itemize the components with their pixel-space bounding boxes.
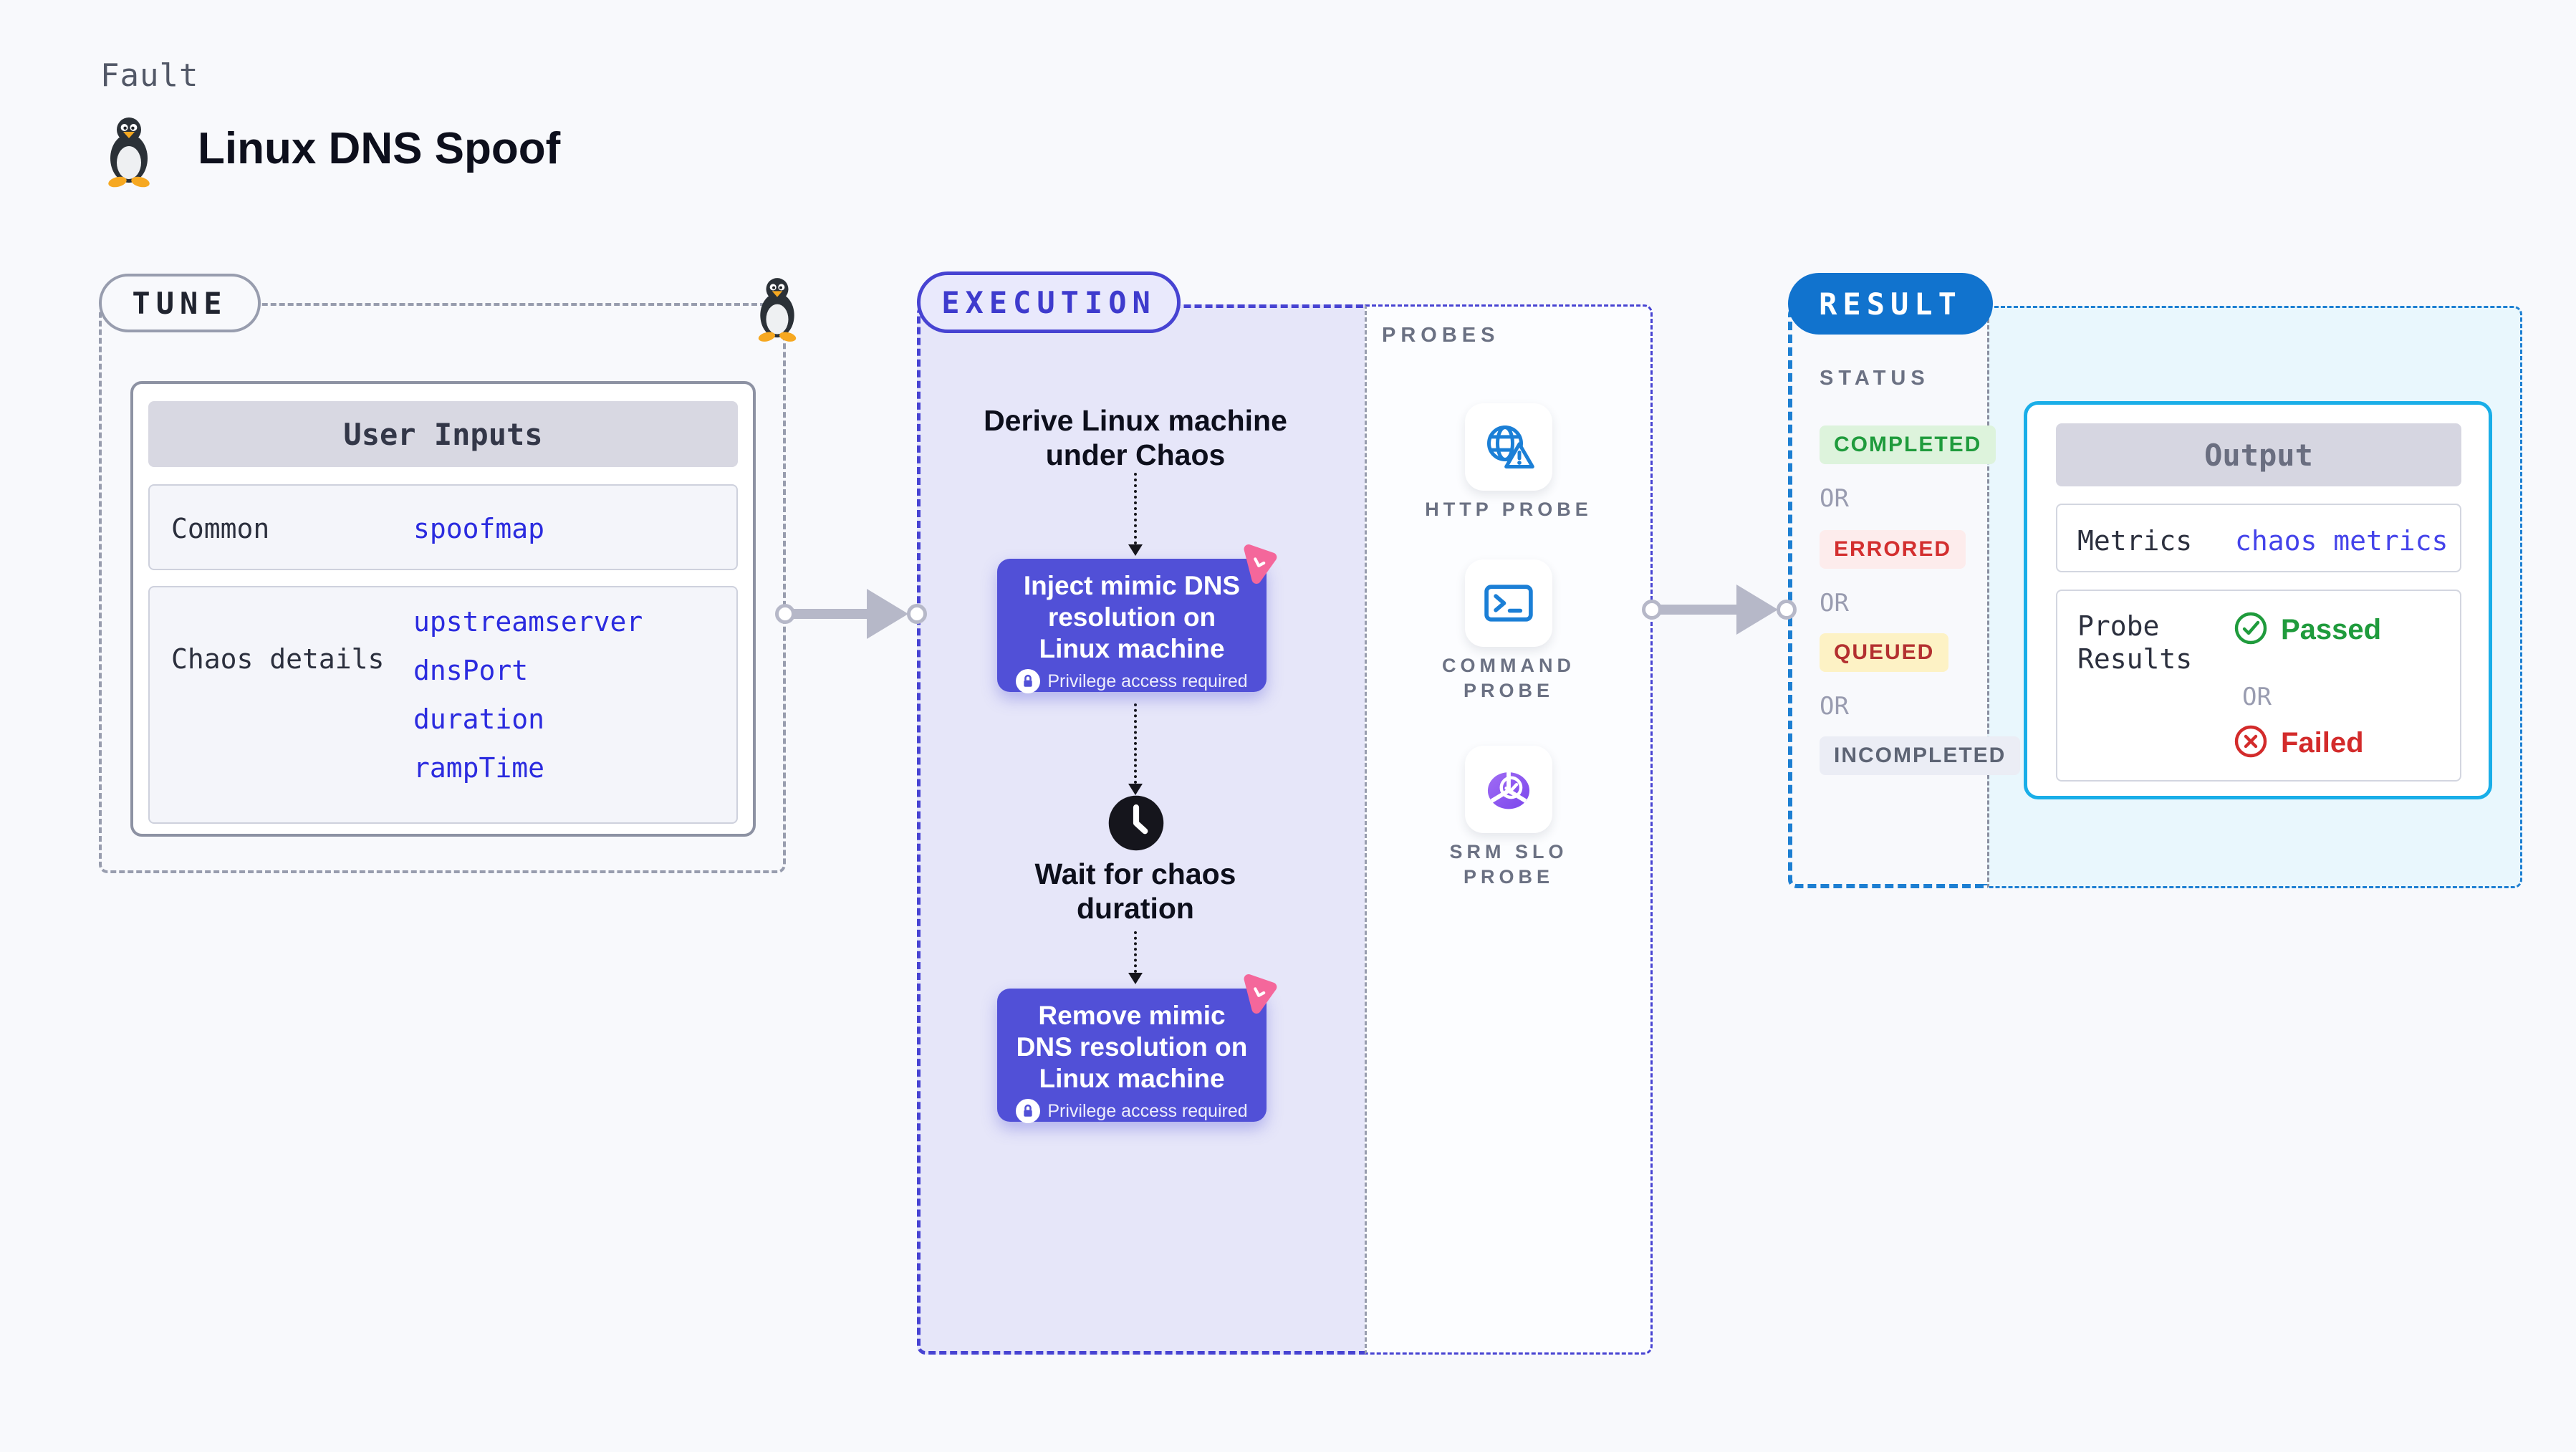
output-header: Output bbox=[2056, 423, 2461, 486]
check-circle-icon bbox=[2234, 612, 2267, 645]
status-badge-completed: COMPLETED bbox=[1820, 425, 1996, 464]
connector-dot bbox=[907, 604, 927, 624]
srm-slo-probe-label: SRM SLO PROBE bbox=[1449, 841, 1568, 888]
inject-chaos-node: Inject mimic DNS resolution on Linux mac… bbox=[997, 559, 1267, 693]
execution-badge: EXECUTION bbox=[917, 271, 1181, 333]
derive-step-label: Derive Linux machine under Chaos bbox=[984, 404, 1287, 471]
remove-node-label: Remove mimic DNS resolution on Linux mac… bbox=[1016, 1001, 1248, 1093]
wait-step-label: Wait for chaos duration bbox=[1034, 857, 1236, 925]
result-badge: RESULT bbox=[1788, 273, 1993, 335]
litmus-chaos-icon bbox=[1244, 974, 1277, 1014]
inject-node-label: Inject mimic DNS resolution on Linux mac… bbox=[1023, 571, 1241, 663]
dotted-arrow bbox=[1128, 931, 1143, 984]
probe-results-row: Probe Results Passed OR Failed bbox=[2056, 590, 2461, 782]
flow-arrow bbox=[1653, 605, 1736, 615]
row-value: upstreamserver bbox=[413, 606, 643, 638]
metrics-label: Metrics bbox=[2077, 525, 2193, 557]
slo-donut-icon bbox=[1487, 771, 1530, 809]
flow-arrowhead bbox=[867, 589, 908, 639]
passed-label: Passed bbox=[2281, 614, 2382, 645]
connector-dot bbox=[1777, 600, 1797, 620]
user-inputs-header: User Inputs bbox=[148, 401, 738, 467]
status-badge-incompleted: INCOMPLETED bbox=[1820, 736, 2021, 775]
globe-warning-icon bbox=[1487, 425, 1534, 468]
connector-dot bbox=[775, 604, 795, 624]
user-inputs-card: User Inputs Common spoofmap Chaos detail… bbox=[130, 381, 756, 837]
http-probe-label: HTTP PROBE bbox=[1425, 499, 1592, 520]
http-probe-card bbox=[1465, 403, 1552, 491]
privilege-label: Privilege access required bbox=[1047, 1100, 1248, 1121]
command-probe-label: COMMAND PROBE bbox=[1442, 655, 1575, 701]
privilege-label: Privilege access required bbox=[1047, 670, 1248, 691]
penguin-icon bbox=[108, 117, 150, 188]
dotted-arrow bbox=[1128, 703, 1143, 795]
result-status-section bbox=[1788, 306, 1987, 888]
table-row: Common spoofmap bbox=[148, 484, 738, 570]
lock-icon bbox=[1016, 669, 1041, 693]
litmus-chaos-icon bbox=[1244, 544, 1277, 585]
fault-diagram: Fault Linux DNS Spoof TUNE User Inputs C… bbox=[0, 0, 2576, 1452]
failed-label: Failed bbox=[2281, 727, 2364, 759]
row-value: dnsPort bbox=[413, 655, 529, 686]
fault-eyebrow: Fault bbox=[100, 57, 199, 94]
status-badge-errored: ERRORED bbox=[1820, 530, 1966, 569]
or-label: OR bbox=[1820, 484, 1849, 513]
or-label: OR bbox=[1820, 692, 1849, 721]
row-value: rampTime bbox=[413, 752, 545, 784]
row-value: spoofmap bbox=[413, 513, 545, 544]
output-card: Output Metrics chaos metrics Probe Resul… bbox=[2024, 401, 2492, 799]
metrics-row: Metrics chaos metrics bbox=[2056, 504, 2461, 572]
probes-label: PROBES bbox=[1382, 324, 1500, 347]
lock-icon bbox=[1016, 1099, 1041, 1123]
remove-chaos-node: Remove mimic DNS resolution on Linux mac… bbox=[997, 989, 1267, 1123]
x-circle-icon bbox=[2234, 725, 2267, 758]
penguin-icon bbox=[758, 278, 797, 342]
or-label: OR bbox=[2242, 683, 2272, 711]
terminal-icon bbox=[1484, 585, 1533, 622]
status-badge-queued: QUEUED bbox=[1820, 633, 1949, 672]
row-label: Chaos details bbox=[171, 643, 385, 675]
srm-slo-probe-card bbox=[1465, 746, 1552, 833]
flow-arrow bbox=[787, 609, 870, 619]
clock-icon bbox=[1108, 795, 1164, 851]
status-label: STATUS bbox=[1820, 367, 1930, 390]
flow-arrowhead bbox=[1736, 585, 1778, 635]
row-label: Common bbox=[171, 513, 270, 544]
metrics-value: chaos metrics bbox=[2235, 525, 2448, 557]
page-title: Linux DNS Spoof bbox=[198, 124, 561, 173]
tune-badge: TUNE bbox=[99, 274, 261, 332]
command-probe-card bbox=[1465, 559, 1552, 647]
probe-results-label: Probe Results bbox=[2077, 610, 2193, 675]
row-value: duration bbox=[413, 703, 545, 735]
connector-dot bbox=[1642, 600, 1662, 620]
or-label: OR bbox=[1820, 589, 1849, 617]
dotted-arrow bbox=[1128, 473, 1143, 556]
table-row: Chaos details upstreamserver dnsPort dur… bbox=[148, 586, 738, 824]
